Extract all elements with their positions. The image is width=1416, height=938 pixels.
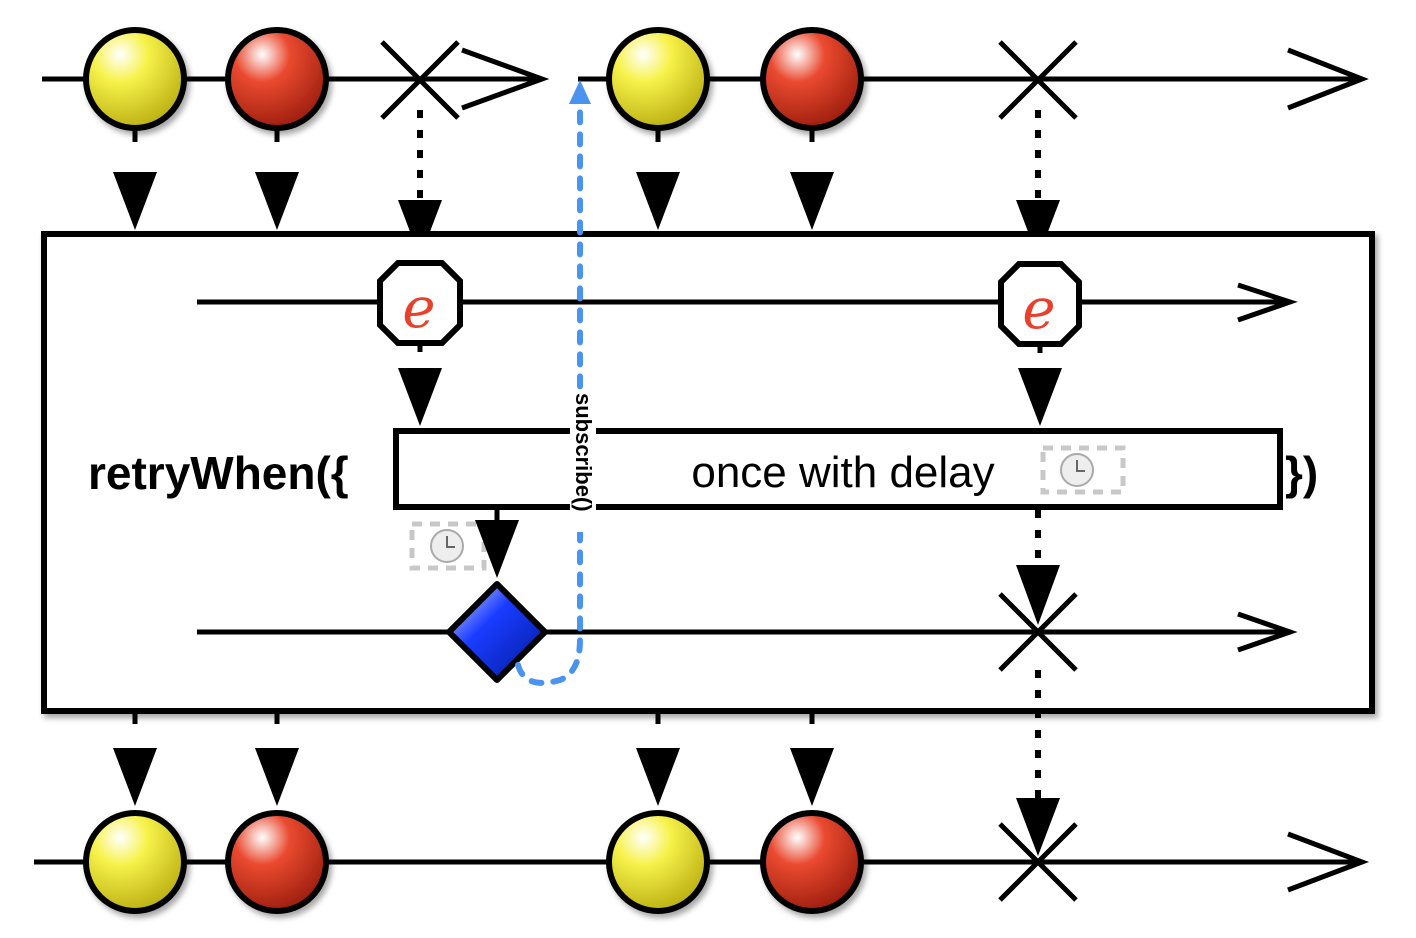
- red-marble: [225, 27, 329, 131]
- error-octagon: e: [377, 260, 463, 346]
- red-marble: [225, 810, 329, 914]
- yellow-marble: [83, 27, 187, 131]
- error-octagon: e: [998, 261, 1082, 347]
- delay-function-label: once with delay: [691, 448, 994, 497]
- operator-name: retryWhen({: [88, 447, 349, 499]
- operator-close: }): [1285, 447, 1318, 499]
- error-symbol: e: [1022, 277, 1055, 342]
- retrywhen-marble-diagram: e e retryWhen({ once with delay }) subsc…: [34, 27, 1375, 914]
- yellow-marble: [606, 27, 710, 131]
- resubscribe-label: subscribe(): [571, 393, 596, 512]
- red-marble: [760, 27, 864, 131]
- error-symbol: e: [402, 276, 435, 341]
- red-marble: [760, 810, 864, 914]
- yellow-marble: [606, 810, 710, 914]
- yellow-marble: [83, 810, 187, 914]
